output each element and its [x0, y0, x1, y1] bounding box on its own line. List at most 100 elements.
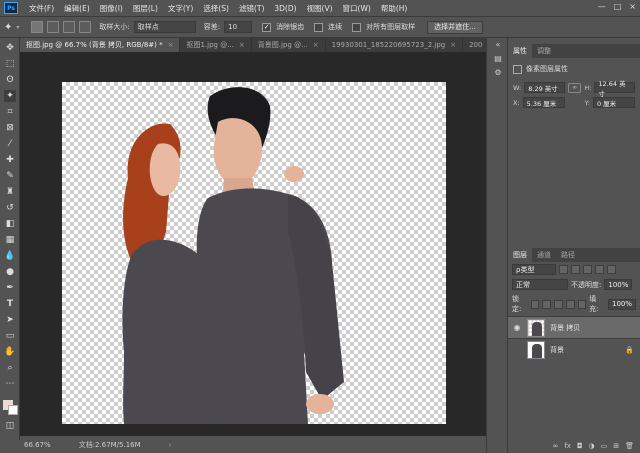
- antialias-checkbox[interactable]: ✓: [262, 22, 272, 32]
- hand-tool-icon[interactable]: ✋: [4, 346, 16, 358]
- contiguous-checkbox[interactable]: [314, 22, 324, 32]
- frame-tool-icon[interactable]: ⊠: [4, 122, 16, 134]
- eraser-tool-icon[interactable]: ◧: [4, 218, 16, 230]
- lock-paint-icon[interactable]: [542, 299, 552, 309]
- clone-stamp-icon[interactable]: ♜: [4, 186, 16, 198]
- filter-type-icon[interactable]: [583, 265, 592, 274]
- tool-preset-chevron-icon[interactable]: ▾: [16, 24, 19, 31]
- menu-file[interactable]: 文件(F): [24, 3, 59, 14]
- menu-image[interactable]: 图像(I): [95, 3, 128, 14]
- width-field[interactable]: 8.29 英寸: [524, 82, 565, 93]
- link-layers-icon[interactable]: ∞: [553, 442, 559, 450]
- select-and-mask-button[interactable]: 选择并遮住...: [427, 20, 483, 34]
- new-selection-icon[interactable]: [31, 21, 44, 33]
- lasso-tool-icon[interactable]: ʘ: [4, 74, 16, 86]
- sample-size-select[interactable]: 取样点: [133, 21, 196, 33]
- tab-document-5[interactable]: 200: [463, 38, 486, 52]
- menu-select[interactable]: 选择(S): [198, 3, 234, 14]
- tab-adjustments[interactable]: 调整: [532, 44, 556, 58]
- document-canvas[interactable]: [62, 82, 446, 424]
- tab-channels[interactable]: 通道: [532, 248, 556, 262]
- crop-tool-icon[interactable]: ⌗: [4, 106, 16, 118]
- quick-mask-icon[interactable]: ◫: [4, 420, 16, 432]
- close-tab-icon[interactable]: ×: [450, 41, 456, 49]
- history-brush-icon[interactable]: ↺: [4, 202, 16, 214]
- trash-icon[interactable]: 🗑: [625, 442, 634, 450]
- tab-paths[interactable]: 路径: [556, 248, 580, 262]
- fill-field[interactable]: 100%: [608, 298, 637, 310]
- type-tool-icon[interactable]: T: [4, 298, 16, 310]
- group-icon[interactable]: ▭: [601, 442, 608, 450]
- collapse-panels-icon[interactable]: «: [492, 40, 504, 51]
- fx-icon[interactable]: fx: [564, 442, 571, 450]
- lock-move-icon[interactable]: [554, 299, 563, 309]
- menu-filter[interactable]: 滤镜(T): [234, 3, 269, 14]
- mask-icon[interactable]: ◘: [577, 442, 583, 450]
- status-arrow-icon[interactable]: ›: [169, 441, 172, 449]
- adjust-panel-icon[interactable]: ⚙: [492, 68, 504, 79]
- zoom-level[interactable]: 66.67%: [24, 441, 51, 449]
- lock-artboard-icon[interactable]: [565, 299, 575, 309]
- rectangle-tool-icon[interactable]: ▭: [4, 330, 16, 342]
- more-tools-icon[interactable]: ⋯: [4, 378, 16, 390]
- layer-filter-select[interactable]: ρ类型: [512, 264, 556, 275]
- layer-name[interactable]: 背景: [550, 345, 564, 355]
- healing-brush-icon[interactable]: ✚: [4, 154, 16, 166]
- canvas-area[interactable]: [20, 52, 486, 436]
- tolerance-input[interactable]: 10: [224, 21, 253, 33]
- filter-pixel-icon[interactable]: [559, 265, 568, 274]
- magic-wand-tool-icon[interactable]: ✦: [4, 90, 16, 102]
- tab-layers[interactable]: 图层: [508, 248, 532, 262]
- tab-properties[interactable]: 属性: [508, 44, 532, 58]
- menu-layer[interactable]: 图层(L): [128, 3, 163, 14]
- tab-document-3[interactable]: 背景图.jpg @... ×: [251, 38, 326, 52]
- all-layers-checkbox[interactable]: [352, 22, 362, 32]
- subtract-selection-icon[interactable]: [63, 21, 76, 33]
- filter-shape-icon[interactable]: [595, 265, 604, 274]
- close-button[interactable]: ×: [629, 2, 636, 11]
- filter-adjust-icon[interactable]: [571, 265, 580, 274]
- close-tab-icon[interactable]: ×: [313, 41, 319, 49]
- background-color-swatch[interactable]: [8, 405, 18, 415]
- y-field[interactable]: 0 厘米: [592, 97, 635, 108]
- add-to-selection-icon[interactable]: [47, 21, 60, 33]
- pen-tool-icon[interactable]: ✒: [4, 282, 16, 294]
- tab-document-2[interactable]: 抠图1.jpg @... ×: [180, 38, 252, 52]
- close-tab-icon[interactable]: ×: [168, 41, 174, 49]
- layer-row[interactable]: 背景 🔒: [508, 338, 640, 360]
- x-field[interactable]: 5.36 厘米: [522, 97, 565, 108]
- move-tool-icon[interactable]: ✥: [4, 42, 16, 54]
- menu-edit[interactable]: 编辑(E): [59, 3, 95, 14]
- adjustment-layer-icon[interactable]: ◑: [589, 442, 595, 450]
- minimize-button[interactable]: —: [598, 2, 606, 11]
- menu-help[interactable]: 帮助(H): [376, 3, 413, 14]
- opacity-field[interactable]: 100%: [604, 279, 633, 290]
- magic-wand-icon[interactable]: ✦: [4, 22, 12, 33]
- eye-icon[interactable]: ◉: [512, 323, 522, 332]
- blend-mode-select[interactable]: 正常: [512, 279, 568, 290]
- lock-all-icon[interactable]: [577, 299, 587, 309]
- brush-tool-icon[interactable]: ✎: [4, 170, 16, 182]
- menu-type[interactable]: 文字(Y): [163, 3, 198, 14]
- new-layer-icon[interactable]: ⊞: [613, 442, 619, 450]
- zoom-tool-icon[interactable]: ⌕: [4, 362, 16, 374]
- menu-view[interactable]: 视图(V): [302, 3, 338, 14]
- menu-3d[interactable]: 3D(D): [269, 4, 301, 13]
- layer-row[interactable]: ◉ 背景 拷贝: [508, 316, 640, 338]
- eyedropper-tool-icon[interactable]: ⁄: [4, 138, 16, 150]
- path-selection-icon[interactable]: ➤: [4, 314, 16, 326]
- tab-document-4[interactable]: 19930301_185220695723_2.jpg ×: [325, 38, 464, 52]
- menu-window[interactable]: 窗口(W): [338, 3, 376, 14]
- intersect-selection-icon[interactable]: [79, 21, 92, 33]
- history-panel-icon[interactable]: ▤: [492, 54, 504, 65]
- link-icon[interactable]: ∞: [567, 82, 582, 93]
- dodge-tool-icon[interactable]: ●: [4, 266, 16, 278]
- maximize-button[interactable]: □: [614, 2, 622, 11]
- blur-tool-icon[interactable]: 💧: [4, 250, 16, 262]
- height-field[interactable]: 12.64 英寸: [594, 80, 635, 98]
- tab-document-1[interactable]: 抠图.jpg @ 66.7% (背景 拷贝, RGB/8#) * ×: [20, 38, 181, 52]
- marquee-tool-icon[interactable]: ⬚: [4, 58, 16, 70]
- layer-name[interactable]: 背景 拷贝: [550, 323, 580, 333]
- gradient-tool-icon[interactable]: ▦: [4, 234, 16, 246]
- close-tab-icon[interactable]: ×: [239, 41, 245, 49]
